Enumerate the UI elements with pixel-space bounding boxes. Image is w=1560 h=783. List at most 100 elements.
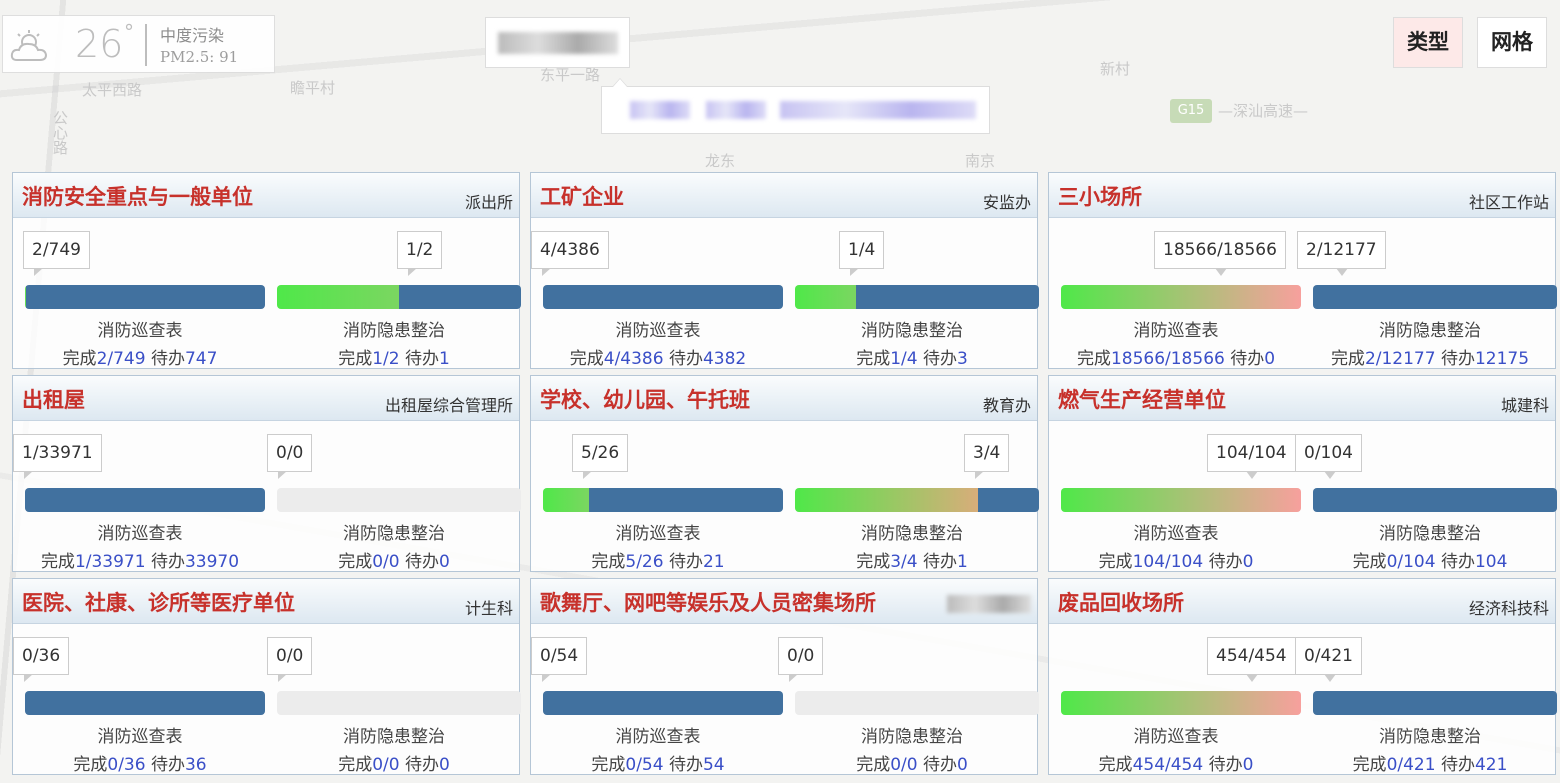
map-label: 太平西路 <box>82 81 143 99</box>
done-value[interactable]: 0/421 <box>1387 755 1436 775</box>
done-value[interactable]: 0/104 <box>1387 552 1436 572</box>
todo-value[interactable]: 33970 <box>185 552 239 572</box>
todo-value[interactable]: 3 <box>957 349 968 369</box>
todo-value[interactable]: 36 <box>185 755 207 775</box>
patrol-metric[interactable]: 454/454 消防巡查表 完成454/454 待办0 <box>1049 623 1303 775</box>
done-value[interactable]: 5/26 <box>625 552 663 572</box>
card-title[interactable]: 医院、社康、诊所等医疗单位 <box>22 587 295 617</box>
hazard-metric[interactable]: 2/12177 消防隐患整治 完成2/12177 待办12175 <box>1297 217 1557 369</box>
metric-stats: 完成0/104 待办104 <box>1303 547 1557 572</box>
done-value[interactable]: 0/0 <box>372 755 399 775</box>
metric-stats: 完成5/26 待办21 <box>531 547 785 572</box>
progress-bar <box>25 285 265 309</box>
todo-word: 待办 <box>404 349 439 369</box>
type-mode-button[interactable]: 类型 <box>1393 17 1463 68</box>
done-value[interactable]: 0/54 <box>625 755 663 775</box>
hazard-metric[interactable]: 1/2 消防隐患整治 完成1/2 待办1 <box>267 217 521 369</box>
category-card[interactable]: 废品回收场所 经济科技科 454/454 消防巡查表 完成454/454 待办0 0/42… <box>1048 578 1557 775</box>
todo-value[interactable]: 0 <box>439 755 450 775</box>
card-department: 安监办 <box>982 193 1031 212</box>
done-value[interactable]: 1/33971 <box>75 552 146 572</box>
done-value[interactable]: 1/4 <box>890 349 917 369</box>
category-card[interactable]: 三小场所 社区工作站 18566/18566 消防巡查表 完成18566/18566 待… <box>1048 172 1557 369</box>
category-card[interactable]: 出租屋 出租屋综合管理所 1/33971 消防巡查表 完成1/33971 待办33970… <box>12 375 521 572</box>
card-title[interactable]: 三小场所 <box>1058 181 1142 211</box>
todo-word: 待办 <box>1440 755 1475 775</box>
patrol-metric[interactable]: 0/54 消防巡查表 完成0/54 待办54 <box>531 623 785 775</box>
grid-mode-button[interactable]: 网格 <box>1477 17 1547 68</box>
todo-value[interactable]: 4382 <box>703 349 746 369</box>
patrol-metric[interactable]: 4/4386 消防巡查表 完成4/4386 待办4382 <box>531 217 785 369</box>
category-card[interactable]: 学校、幼儿园、午托班 教育办 5/26 消防巡查表 完成5/26 待办21 3/4 消防隐患… <box>530 375 1039 572</box>
category-card[interactable]: 工矿企业 安监办 4/4386 消防巡查表 完成4/4386 待办4382 1/4 消防隐患… <box>530 172 1039 369</box>
card-title[interactable]: 废品回收场所 <box>1058 587 1184 617</box>
done-value[interactable]: 18566/18566 <box>1111 349 1225 369</box>
todo-word: 待办 <box>1440 349 1475 369</box>
card-header: 学校、幼儿园、午托班 教育办 <box>531 376 1037 421</box>
card-title[interactable]: 燃气生产经营单位 <box>1058 384 1226 414</box>
category-card[interactable]: 燃气生产经营单位 城建科 104/104 消防巡查表 完成104/104 待办0 0/10… <box>1048 375 1557 572</box>
todo-value[interactable]: 1 <box>957 552 968 572</box>
metric-stats: 完成2/749 待办747 <box>13 344 267 369</box>
hazard-metric[interactable]: 0/104 消防隐患整治 完成0/104 待办104 <box>1295 420 1557 572</box>
card-title[interactable]: 歌舞厅、网吧等娱乐及人员密集场所 <box>540 587 876 617</box>
todo-value[interactable]: 421 <box>1475 755 1507 775</box>
todo-value[interactable]: 1 <box>439 349 450 369</box>
card-title[interactable]: 工矿企业 <box>540 181 624 211</box>
metric-stats: 完成0/36 待办36 <box>13 750 267 775</box>
card-title[interactable]: 消防安全重点与一般单位 <box>22 181 253 211</box>
todo-word: 待办 <box>404 755 439 775</box>
todo-value[interactable]: 747 <box>185 349 217 369</box>
map-label: —深汕高速— <box>1218 102 1309 120</box>
todo-value[interactable]: 0 <box>1264 349 1275 369</box>
progress-remaining <box>978 488 1039 512</box>
todo-value[interactable]: 0 <box>957 755 968 775</box>
patrol-metric[interactable]: 5/26 消防巡查表 完成5/26 待办21 <box>531 420 785 572</box>
todo-value[interactable]: 12175 <box>1475 349 1529 369</box>
todo-value[interactable]: 54 <box>703 755 725 775</box>
done-value[interactable]: 0/0 <box>890 755 917 775</box>
progress-fill <box>795 488 978 512</box>
location-box[interactable] <box>485 17 630 68</box>
done-value[interactable]: 0/0 <box>372 552 399 572</box>
done-value[interactable]: 1/2 <box>372 349 399 369</box>
category-card[interactable]: 歌舞厅、网吧等娱乐及人员密集场所 0/54 消防巡查表 完成0/54 待办54 0/0 消… <box>530 578 1039 775</box>
hazard-metric[interactable]: 0/0 消防隐患整治 完成0/0 待办0 <box>778 623 1039 775</box>
done-word: 完成 <box>1352 755 1387 775</box>
done-value[interactable]: 454/454 <box>1133 755 1204 775</box>
done-value[interactable]: 104/104 <box>1133 552 1204 572</box>
todo-value[interactable]: 104 <box>1475 552 1507 572</box>
todo-word: 待办 <box>668 552 703 572</box>
hazard-metric[interactable]: 1/4 消防隐患整治 完成1/4 待办3 <box>785 217 1039 369</box>
metric-stats: 完成0/54 待办54 <box>531 750 785 775</box>
done-word: 完成 <box>856 755 891 775</box>
todo-word: 待办 <box>668 755 703 775</box>
done-value[interactable]: 2/12177 <box>1365 349 1436 369</box>
done-value[interactable]: 4/4386 <box>604 349 664 369</box>
category-card[interactable]: 医院、社康、诊所等医疗单位 计生科 0/36 消防巡查表 完成0/36 待办36 0/0 消… <box>12 578 521 775</box>
todo-value[interactable]: 0 <box>439 552 450 572</box>
progress-remaining <box>543 285 783 309</box>
patrol-metric[interactable]: 18566/18566 消防巡查表 完成18566/18566 待办0 <box>1049 217 1303 369</box>
patrol-metric[interactable]: 1/33971 消防巡查表 完成1/33971 待办33970 <box>13 420 267 572</box>
todo-value[interactable]: 0 <box>1243 755 1254 775</box>
hazard-metric[interactable]: 3/4 消防隐患整治 完成3/4 待办1 <box>785 420 1039 572</box>
done-value[interactable]: 2/749 <box>97 349 146 369</box>
card-title[interactable]: 学校、幼儿园、午托班 <box>540 384 750 414</box>
category-card[interactable]: 消防安全重点与一般单位 派出所 2/749 消防巡查表 完成2/749 待办747 1/2… <box>12 172 521 369</box>
redacted-text <box>780 101 976 119</box>
patrol-metric[interactable]: 0/36 消防巡查表 完成0/36 待办36 <box>13 623 267 775</box>
card-title[interactable]: 出租屋 <box>22 384 85 414</box>
done-word: 完成 <box>338 755 373 775</box>
metric-stats: 完成3/4 待办1 <box>785 547 1039 572</box>
hazard-metric[interactable]: 0/0 消防隐患整治 完成0/0 待办0 <box>267 420 521 572</box>
patrol-metric[interactable]: 104/104 消防巡查表 完成104/104 待办0 <box>1049 420 1303 572</box>
todo-value[interactable]: 21 <box>703 552 725 572</box>
hazard-metric[interactable]: 0/0 消防隐患整治 完成0/0 待办0 <box>267 623 521 775</box>
done-value[interactable]: 3/4 <box>890 552 917 572</box>
todo-value[interactable]: 0 <box>1243 552 1254 572</box>
hazard-metric[interactable]: 0/421 消防隐患整治 完成0/421 待办421 <box>1295 623 1557 775</box>
done-value[interactable]: 0/36 <box>107 755 145 775</box>
todo-word: 待办 <box>150 349 185 369</box>
patrol-metric[interactable]: 2/749 消防巡查表 完成2/749 待办747 <box>13 217 267 369</box>
